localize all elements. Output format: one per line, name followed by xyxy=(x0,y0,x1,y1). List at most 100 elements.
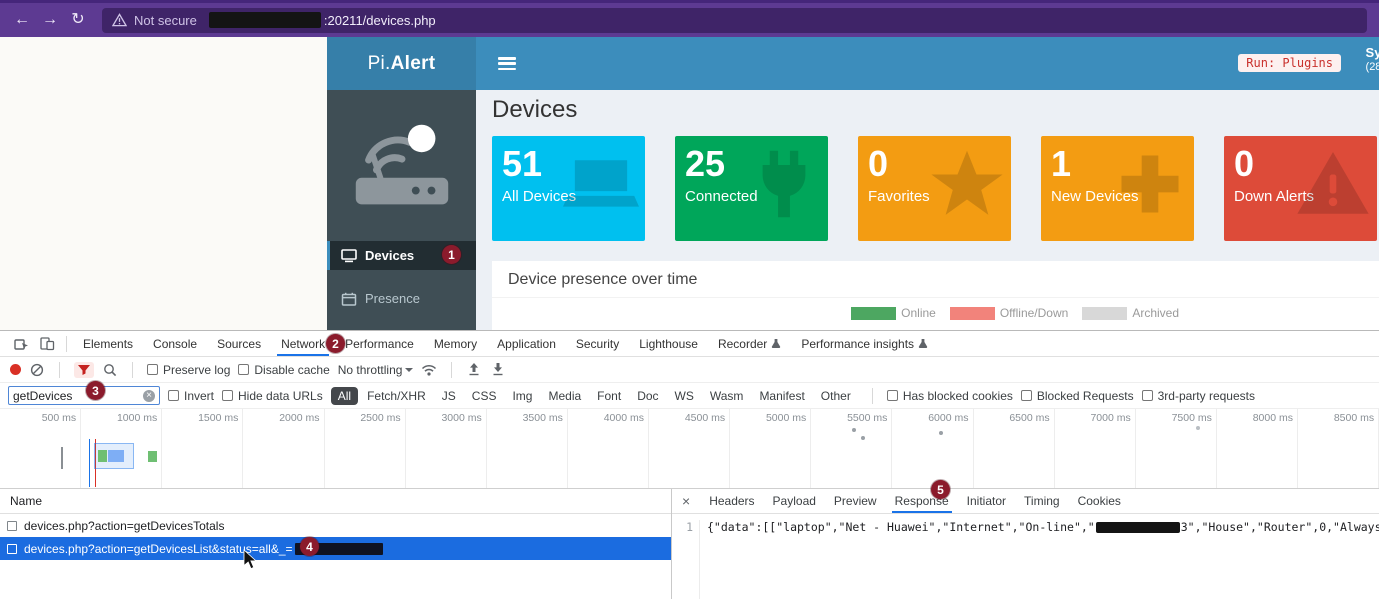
filter-chip-fetch-xhr[interactable]: Fetch/XHR xyxy=(360,387,433,405)
timeline-label: 7500 ms xyxy=(1136,409,1217,488)
forward-icon[interactable]: → xyxy=(36,3,64,37)
invert-checkbox[interactable]: Invert xyxy=(168,389,214,403)
device-toolbar-icon[interactable] xyxy=(38,336,56,352)
timeline-label: 2500 ms xyxy=(325,409,406,488)
network-overview-timeline[interactable]: 500 ms 1000 ms 1500 ms 2000 ms 2500 ms 3… xyxy=(0,409,1379,489)
tab-performance-insights[interactable]: Performance insights xyxy=(791,331,938,356)
network-conditions-icon[interactable] xyxy=(421,362,437,378)
search-icon[interactable] xyxy=(102,362,118,378)
tab-memory[interactable]: Memory xyxy=(424,331,487,356)
filter-chip-font[interactable]: Font xyxy=(590,387,628,405)
network-filter-input[interactable] xyxy=(13,389,139,403)
filter-chip-media[interactable]: Media xyxy=(541,387,588,405)
tab-label: Performance insights xyxy=(801,337,914,351)
tab-performance[interactable]: Performance xyxy=(335,331,424,356)
filter-chip-all[interactable]: All xyxy=(331,387,358,405)
checkbox-label: Has blocked cookies xyxy=(903,389,1013,403)
filter-chip-img[interactable]: Img xyxy=(505,387,539,405)
filter-icon[interactable] xyxy=(74,362,94,378)
step-badge-1: 1 xyxy=(442,245,461,264)
preserve-log-checkbox[interactable]: Preserve log xyxy=(147,363,230,377)
tab-label: Application xyxy=(497,337,556,351)
not-secure-label: Not secure xyxy=(134,13,197,28)
clear-filter-icon[interactable]: × xyxy=(143,390,155,402)
detail-tab-headers[interactable]: Headers xyxy=(700,489,763,513)
run-plugins-button[interactable]: Run: Plugins xyxy=(1238,54,1341,72)
checkbox xyxy=(887,390,898,401)
app-content: Devices 51 All Devices 25 Connected xyxy=(476,90,1379,330)
filter-chip-css[interactable]: CSS xyxy=(465,387,504,405)
request-detail: × Headers Payload Preview Response Initi… xyxy=(672,489,1379,599)
chart-legend: Online Offline/Down Archived xyxy=(492,298,1379,320)
address-bar[interactable]: Not secure :20211/devices.php xyxy=(102,8,1367,33)
detail-tab-cookies[interactable]: Cookies xyxy=(1069,489,1130,513)
app-logo[interactable]: Pi.Alert xyxy=(327,37,476,90)
tab-recorder[interactable]: Recorder xyxy=(708,331,791,356)
back-icon[interactable]: ← xyxy=(8,3,36,37)
close-icon[interactable]: × xyxy=(672,493,700,509)
tab-application[interactable]: Application xyxy=(487,331,566,356)
not-secure-warning-icon xyxy=(112,13,127,27)
tab-security[interactable]: Security xyxy=(566,331,629,356)
legend-archived[interactable]: Archived xyxy=(1082,306,1179,320)
stat-card-down-alerts[interactable]: 0 Down Alerts xyxy=(1224,136,1377,241)
sidebar: Pi.Alert xyxy=(327,37,476,330)
filter-chip-other[interactable]: Other xyxy=(814,387,858,405)
response-viewer[interactable]: 1 {"data":[["laptop","Net - Huawei","Int… xyxy=(672,514,1379,599)
blocked-requests-checkbox[interactable]: Blocked Requests xyxy=(1021,389,1134,403)
tab-sources[interactable]: Sources xyxy=(207,331,271,356)
legend-online[interactable]: Online xyxy=(851,306,936,320)
filter-chip-wasm[interactable]: Wasm xyxy=(703,387,751,405)
tab-lighthouse[interactable]: Lighthouse xyxy=(629,331,708,356)
tab-elements[interactable]: Elements xyxy=(73,331,143,356)
stat-card-favorites[interactable]: 0 Favorites xyxy=(858,136,1011,241)
timeline-label: 4500 ms xyxy=(649,409,730,488)
checkbox xyxy=(147,364,158,375)
filter-chip-js[interactable]: JS xyxy=(435,387,463,405)
clear-icon[interactable] xyxy=(29,362,45,378)
stat-card-new-devices[interactable]: 1 New Devices xyxy=(1041,136,1194,241)
mouse-cursor-icon xyxy=(243,549,257,570)
network-filterbar: × Invert Hide data URLs All Fetch/XHR JS… xyxy=(0,383,1379,409)
sidebar-item-label: Presence xyxy=(365,291,420,306)
detail-tab-payload[interactable]: Payload xyxy=(764,489,825,513)
request-list-header[interactable]: Name xyxy=(0,489,671,514)
has-blocked-cookies-checkbox[interactable]: Has blocked cookies xyxy=(887,389,1013,403)
checkbox-label: Hide data URLs xyxy=(238,389,323,403)
detail-tab-timing[interactable]: Timing xyxy=(1015,489,1069,513)
third-party-requests-checkbox[interactable]: 3rd-party requests xyxy=(1142,389,1255,403)
disable-cache-checkbox[interactable]: Disable cache xyxy=(238,363,329,377)
checkbox xyxy=(1021,390,1032,401)
legend-label: Archived xyxy=(1132,306,1179,320)
tab-label: Console xyxy=(153,337,197,351)
request-row-get-devices-totals[interactable]: devices.php?action=getDevicesTotals xyxy=(0,514,671,537)
request-row-get-devices-list[interactable]: devices.php?action=getDevicesList&status… xyxy=(0,537,671,560)
dcl-line xyxy=(89,439,90,487)
alert-triangle-icon xyxy=(1295,146,1371,222)
step-badge-2: 2 xyxy=(326,334,345,353)
legend-offline[interactable]: Offline/Down xyxy=(950,306,1068,320)
filter-chip-manifest[interactable]: Manifest xyxy=(752,387,811,405)
import-har-icon[interactable] xyxy=(466,362,482,378)
menu-toggle-icon[interactable] xyxy=(498,57,516,70)
stat-card-connected[interactable]: 25 Connected xyxy=(675,136,828,241)
sidebar-item-presence[interactable]: Presence xyxy=(327,284,476,313)
detail-tab-preview[interactable]: Preview xyxy=(825,489,886,513)
inspect-icon[interactable] xyxy=(12,336,30,352)
reload-icon[interactable]: ↻ xyxy=(64,3,92,37)
tab-label: Payload xyxy=(773,494,816,508)
checkbox xyxy=(222,390,233,401)
app-main: Run: Plugins Sym (28, Devices 51 All Dev… xyxy=(476,37,1379,330)
export-har-icon[interactable] xyxy=(490,362,506,378)
detail-tab-initiator[interactable]: Initiator xyxy=(958,489,1015,513)
throttling-select[interactable]: No throttling xyxy=(338,363,414,377)
network-filter-field[interactable]: × xyxy=(8,386,160,405)
timeline-label: 5500 ms xyxy=(811,409,892,488)
record-icon[interactable] xyxy=(10,364,21,375)
overview-dot xyxy=(939,431,943,435)
filter-chip-doc[interactable]: Doc xyxy=(630,387,665,405)
tab-console[interactable]: Console xyxy=(143,331,207,356)
stat-card-all-devices[interactable]: 51 All Devices xyxy=(492,136,645,241)
hide-data-urls-checkbox[interactable]: Hide data URLs xyxy=(222,389,323,403)
filter-chip-ws[interactable]: WS xyxy=(668,387,701,405)
